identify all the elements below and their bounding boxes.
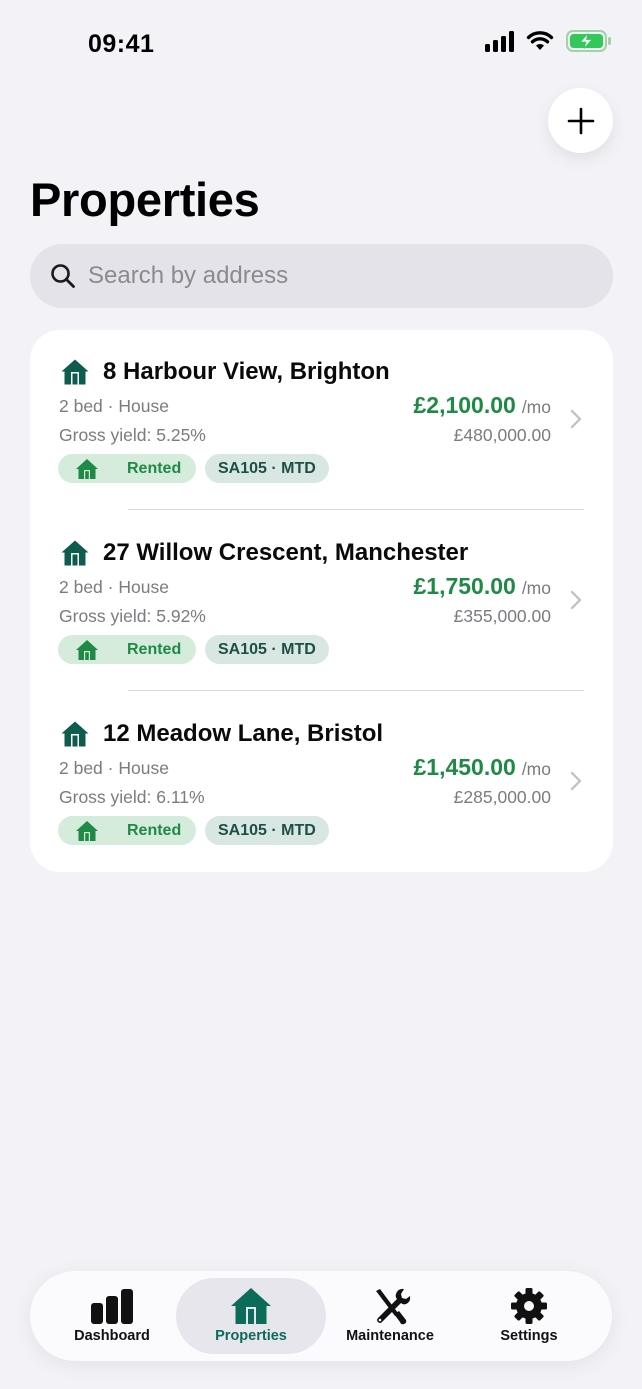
page-title: Properties (30, 173, 260, 226)
property-meta: 2 bed · House (59, 396, 169, 416)
property-row[interactable]: 8 Harbour View, Brighton 2 bed · House G… (30, 330, 613, 511)
house-icon (76, 820, 98, 841)
tab-label: Settings (500, 1328, 558, 1344)
monthly-rent: £1,750.00 /mo (413, 573, 551, 600)
property-list: 8 Harbour View, Brighton 2 bed · House G… (30, 330, 613, 872)
search-bar[interactable] (30, 244, 613, 308)
house-icon (76, 458, 98, 479)
row-divider (128, 509, 584, 510)
property-tags: Rented SA105 · MTD (58, 454, 329, 483)
property-value: £355,000.00 (453, 606, 551, 626)
add-property-button[interactable] (548, 88, 613, 153)
tax-badge: SA105 · MTD (205, 454, 329, 483)
cellular-signal-icon (485, 30, 514, 52)
wrench-screwdriver-icon (376, 1288, 411, 1325)
tab-maintenance[interactable]: Maintenance (315, 1278, 465, 1354)
tab-settings[interactable]: Settings (454, 1278, 604, 1354)
rent-period: /mo (521, 397, 551, 417)
tab-properties[interactable]: Properties (176, 1278, 326, 1354)
rent-period: /mo (521, 759, 551, 779)
gear-icon (511, 1288, 547, 1324)
property-meta: 2 bed · House (59, 577, 169, 597)
property-tags: Rented SA105 · MTD (58, 635, 329, 664)
plus-icon (567, 107, 594, 134)
property-address: 27 Willow Crescent, Manchester (103, 539, 469, 566)
property-address: 12 Meadow Lane, Bristol (103, 720, 384, 747)
property-address: 8 Harbour View, Brighton (103, 358, 390, 385)
gross-yield: Gross yield: 6.11% (59, 787, 205, 807)
property-value: £285,000.00 (453, 787, 551, 807)
property-value: £480,000.00 (453, 425, 551, 445)
search-icon (51, 264, 75, 288)
tax-badge: SA105 · MTD (205, 635, 329, 664)
property-meta: 2 bed · House (59, 758, 169, 778)
tab-dashboard[interactable]: Dashboard (37, 1278, 187, 1354)
property-tags: Rented SA105 · MTD (58, 816, 329, 845)
tab-label: Properties (215, 1328, 287, 1344)
status-bar: 09:41 (0, 0, 642, 90)
wifi-icon (526, 30, 554, 52)
property-row[interactable]: 27 Willow Crescent, Manchester 2 bed · H… (30, 511, 613, 692)
rent-amount: £1,450.00 (413, 754, 516, 780)
chevron-right-icon (570, 771, 582, 791)
tab-label: Dashboard (74, 1328, 150, 1344)
house-icon (61, 359, 89, 385)
monthly-rent: £1,450.00 /mo (413, 754, 551, 781)
property-row[interactable]: 12 Meadow Lane, Bristol 2 bed · House Gr… (30, 692, 613, 873)
status-badge: Rented (58, 635, 196, 664)
status-icons (485, 30, 612, 52)
chevron-right-icon (570, 409, 582, 429)
house-icon (231, 1288, 271, 1324)
tab-bar: Dashboard Properties Maintenance Setting… (30, 1271, 612, 1361)
status-label: Rented (127, 640, 182, 658)
status-time: 09:41 (88, 30, 155, 58)
rent-amount: £1,750.00 (413, 573, 516, 599)
bar-chart-icon (91, 1289, 133, 1324)
battery-charging-icon (566, 30, 612, 52)
status-badge: Rented (58, 454, 196, 483)
tax-badge: SA105 · MTD (205, 816, 329, 845)
gross-yield: Gross yield: 5.25% (59, 425, 206, 445)
status-badge: Rented (58, 816, 196, 845)
house-icon (61, 540, 89, 566)
status-label: Rented (127, 459, 182, 477)
house-icon (76, 639, 98, 660)
house-icon (61, 721, 89, 747)
gross-yield: Gross yield: 5.92% (59, 606, 206, 626)
chevron-right-icon (570, 590, 582, 610)
status-label: Rented (127, 821, 182, 839)
properties-screen: 09:41 Properties Search by address 8 Har… (0, 0, 642, 1389)
search-input[interactable] (88, 256, 568, 296)
rent-period: /mo (521, 578, 551, 598)
row-divider (128, 690, 584, 691)
monthly-rent: £2,100.00 /mo (413, 392, 551, 419)
tab-label: Maintenance (346, 1328, 434, 1344)
rent-amount: £2,100.00 (413, 392, 516, 418)
